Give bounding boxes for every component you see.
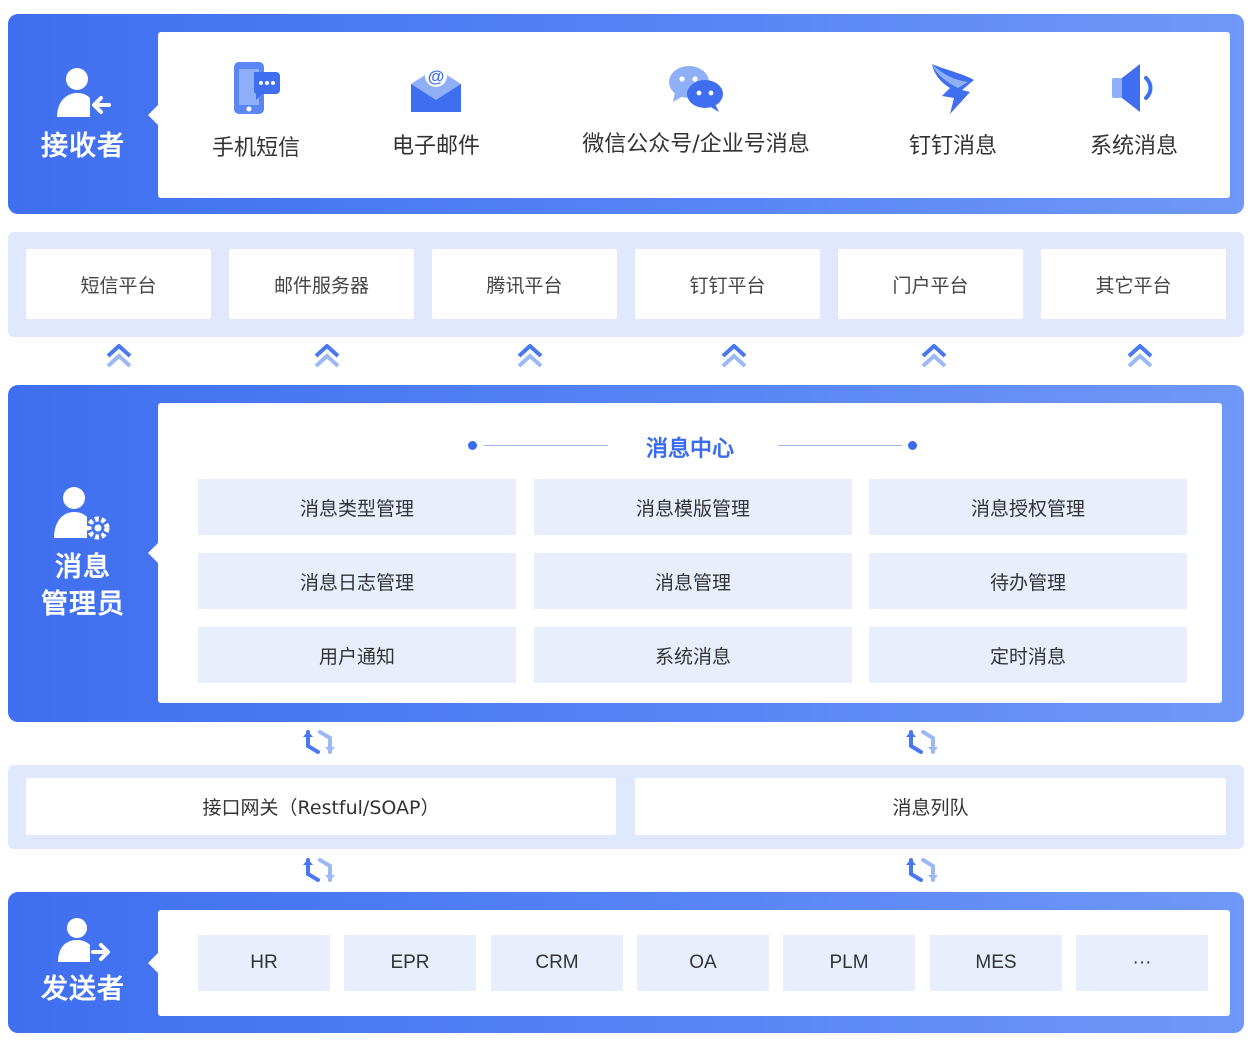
admin-band: 消息 管理员 消息中心 消息类型管理 消息模版管理 消息授权管理 消息日志管理 …: [8, 385, 1244, 722]
up-arrow-icon: [921, 344, 947, 368]
speaker-icon: [1112, 64, 1153, 112]
mobile-sms-icon: [234, 62, 280, 114]
sender-panel-pointer: [148, 953, 158, 973]
channel-wechat-label: 微信公众号/企业号消息: [582, 132, 810, 157]
module-message-type[interactable]: 消息类型管理: [198, 479, 516, 535]
sender-role: 发送者: [8, 892, 158, 1033]
admin-label-line1: 消息: [55, 552, 111, 584]
up-arrow-icon: [314, 344, 340, 368]
channel-dingtalk-label: 钉钉消息: [908, 134, 997, 159]
dingtalk-icon: [932, 64, 974, 114]
sync-icon: [906, 730, 938, 754]
module-message-template[interactable]: 消息模版管理: [534, 479, 852, 535]
svg-text:@: @: [428, 67, 445, 86]
system-epr[interactable]: EPR: [344, 935, 476, 991]
module-message-management[interactable]: 消息管理: [534, 553, 852, 609]
gateway-api[interactable]: 接口网关（Restful/SOAP）: [26, 778, 616, 835]
platform-tencent[interactable]: 腾讯平台: [432, 249, 617, 319]
platform-dingtalk[interactable]: 钉钉平台: [635, 249, 820, 319]
channel-sms[interactable]: 手机短信: [186, 32, 326, 198]
sync-icon: [303, 858, 335, 882]
module-message-authorization[interactable]: 消息授权管理: [869, 479, 1187, 535]
up-arrow-icon: [106, 344, 132, 368]
receiver-role: 接收者: [8, 14, 158, 214]
message-queue[interactable]: 消息列队: [635, 778, 1226, 835]
user-settings-icon: [54, 487, 110, 540]
platform-portal[interactable]: 门户平台: [838, 249, 1023, 319]
sender-label: 发送者: [41, 974, 125, 1006]
email-icon: @: [411, 65, 461, 112]
title-dot-right: [908, 441, 917, 450]
up-arrow-icon: [721, 344, 747, 368]
channel-system[interactable]: 系统消息: [1064, 32, 1204, 198]
channel-system-label: 系统消息: [1089, 134, 1178, 159]
system-plm[interactable]: PLM: [783, 935, 915, 991]
system-crm[interactable]: CRM: [491, 935, 623, 991]
channel-dingtalk[interactable]: 钉钉消息: [883, 32, 1023, 198]
sender-panel: HR EPR CRM OA PLM MES ···: [148, 910, 1230, 1016]
title-line-right: [778, 445, 902, 446]
sender-band: 发送者 HR EPR CRM OA PLM MES ···: [8, 892, 1244, 1033]
sync-icon: [303, 730, 335, 754]
module-system-message[interactable]: 系统消息: [534, 627, 852, 683]
module-user-notification[interactable]: 用户通知: [198, 627, 516, 683]
up-arrow-icon: [1127, 344, 1153, 368]
platform-mail-server[interactable]: 邮件服务器: [229, 249, 414, 319]
platform-other[interactable]: 其它平台: [1041, 249, 1226, 319]
module-todo[interactable]: 待办管理: [869, 553, 1187, 609]
channel-email-label: 电子邮件: [391, 134, 480, 159]
module-scheduled-message[interactable]: 定时消息: [869, 627, 1187, 683]
channel-wechat[interactable]: 微信公众号/企业号消息: [556, 32, 836, 198]
module-message-log[interactable]: 消息日志管理: [198, 553, 516, 609]
system-oa[interactable]: OA: [637, 935, 769, 991]
wechat-icon: [669, 66, 723, 112]
admin-panel-pointer: [148, 543, 158, 563]
system-mes[interactable]: MES: [930, 935, 1062, 991]
sync-icon: [906, 858, 938, 882]
system-hr[interactable]: HR: [198, 935, 330, 991]
admin-role: 消息 管理员: [8, 385, 158, 722]
message-center-panel: 消息中心 消息类型管理 消息模版管理 消息授权管理 消息日志管理 消息管理 待办…: [148, 403, 1222, 703]
platform-band: 短信平台 邮件服务器 腾讯平台 钉钉平台 门户平台 其它平台: [8, 232, 1244, 337]
receiver-band: 接收者 手机短信 @ 电子邮件 微信公众号/企业号消息 钉钉消息 系统消息: [8, 14, 1244, 214]
receiver-label: 接收者: [41, 130, 125, 162]
up-arrow-icon: [517, 344, 543, 368]
channel-email[interactable]: @ 电子邮件: [366, 32, 506, 198]
receiver-panel-pointer: [148, 105, 158, 125]
message-center-title: 消息中心: [645, 437, 734, 462]
admin-label-line2: 管理员: [41, 588, 125, 620]
user-receive-icon: [57, 67, 111, 117]
gateway-band: 接口网关（Restful/SOAP） 消息列队: [8, 765, 1244, 849]
receiver-panel: 手机短信 @ 电子邮件 微信公众号/企业号消息 钉钉消息 系统消息: [148, 32, 1230, 198]
platform-sms[interactable]: 短信平台: [26, 249, 211, 319]
user-send-icon: [58, 918, 110, 963]
system-more[interactable]: ···: [1076, 935, 1208, 991]
channel-sms-label: 手机短信: [211, 136, 300, 161]
